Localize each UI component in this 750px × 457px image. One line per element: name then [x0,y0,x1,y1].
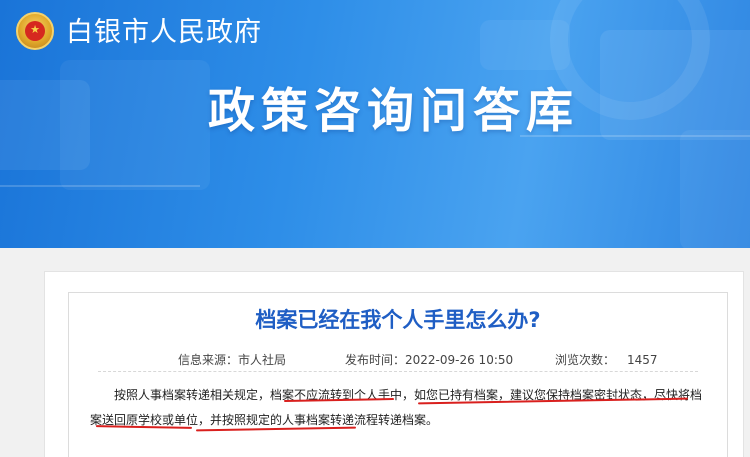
divider [98,371,698,372]
site-name-link[interactable]: 白银市人民政府 [66,10,262,49]
banner-decoration [0,185,200,187]
header-banner: ★ 白银市人民政府 政策咨询问答库 [0,0,750,248]
national-emblem-icon[interactable]: ★ [16,12,54,50]
page: ★ 白银市人民政府 政策咨询问答库 档案已经在我个人手里怎么办? 信息来源：市人… [0,0,750,457]
banner-decoration [60,60,210,190]
article-body: 按照人事档案转递相关规定，档案不应流转到个人手中，如您已持有档案，建议您保持档案… [90,383,706,433]
banner-decoration [680,130,750,248]
article-source: 信息来源：市人社局 [178,353,287,367]
article-view-count: 浏览次数： 1457 [555,351,658,368]
view-count-label: 浏览次数： [555,353,616,367]
article-title: 档案已经在我个人手里怎么办? [255,308,541,332]
banner-title: 政策咨询问答库 [208,84,579,139]
article-publish-time: 发布时间：2022-09-26 10:50 [345,353,514,367]
article-paragraph: 按照人事档案转递相关规定，档案不应流转到个人手中，如您已持有档案，建议您保持档案… [90,388,703,427]
view-count-value: 1457 [627,353,658,367]
